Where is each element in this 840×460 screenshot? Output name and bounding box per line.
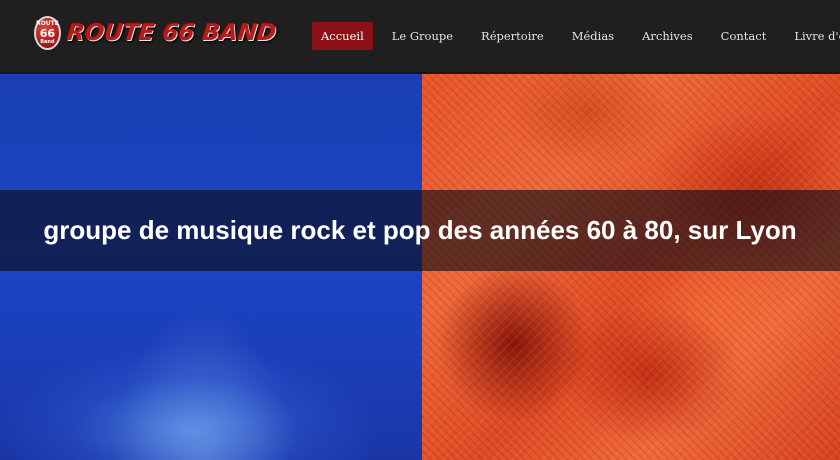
logo-wordmark: ROUTE 66 BAND xyxy=(65,20,278,46)
nav-item-repertoire[interactable]: Répertoire xyxy=(472,22,553,50)
nav-item-le-groupe[interactable]: Le Groupe xyxy=(383,22,462,50)
main-menu: Accueil Le Groupe Répertoire Médias Arch… xyxy=(312,22,840,50)
nav-item-contact[interactable]: Contact xyxy=(712,22,776,50)
nav-item-medias[interactable]: Médias xyxy=(563,22,623,50)
nav-item-accueil[interactable]: Accueil xyxy=(312,22,373,50)
top-navbar: ROUTE 66 Band ROUTE 66 BAND Accueil Le G… xyxy=(0,0,840,73)
route-66-badge-icon: ROUTE 66 Band xyxy=(34,16,61,50)
hero-banner: groupe de musique rock et pop des années… xyxy=(0,74,840,460)
tagline-band: groupe de musique rock et pop des années… xyxy=(0,190,840,271)
nav-item-livre-dor[interactable]: Livre d'or xyxy=(785,22,840,50)
site-logo[interactable]: ROUTE 66 Band ROUTE 66 BAND xyxy=(34,14,277,52)
nav-item-archives[interactable]: Archives xyxy=(633,22,702,50)
hero-tagline: groupe de musique rock et pop des années… xyxy=(43,215,797,245)
